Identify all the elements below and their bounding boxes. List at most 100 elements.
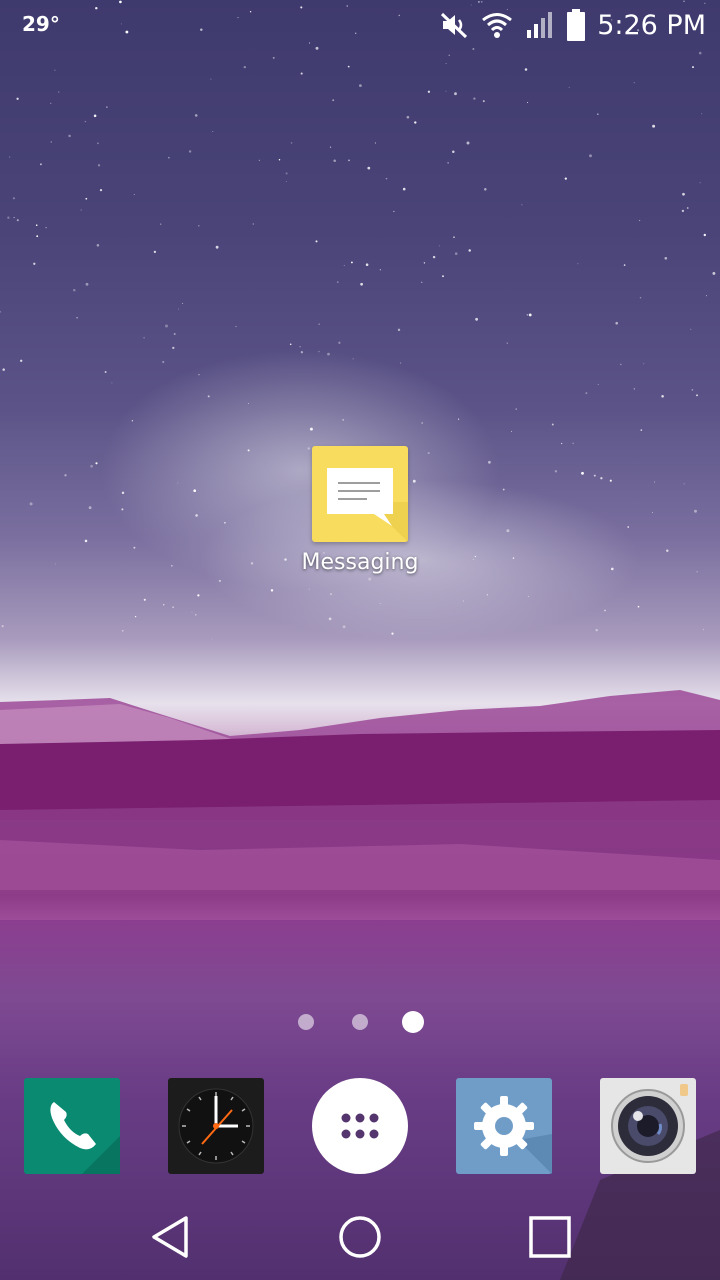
star bbox=[528, 313, 532, 317]
star bbox=[210, 78, 212, 80]
star bbox=[391, 632, 394, 635]
star bbox=[285, 181, 287, 183]
star bbox=[468, 249, 471, 252]
star bbox=[379, 603, 381, 605]
star bbox=[104, 371, 107, 373]
star bbox=[88, 506, 92, 510]
star bbox=[121, 629, 124, 632]
star bbox=[315, 240, 318, 243]
star bbox=[427, 90, 431, 93]
star bbox=[457, 418, 460, 420]
star bbox=[290, 142, 293, 144]
star bbox=[35, 224, 38, 226]
star bbox=[438, 245, 440, 247]
star bbox=[131, 420, 134, 422]
star bbox=[308, 588, 310, 590]
star bbox=[13, 217, 15, 219]
star bbox=[194, 613, 197, 616]
star bbox=[633, 82, 635, 84]
dock-phone[interactable] bbox=[24, 1078, 120, 1174]
status-bar: 29° 5:26 PM bbox=[0, 0, 720, 50]
star bbox=[64, 474, 67, 477]
page-dot-1[interactable] bbox=[298, 1014, 314, 1030]
home-button[interactable] bbox=[335, 1212, 385, 1262]
star bbox=[652, 512, 653, 513]
star bbox=[198, 374, 200, 376]
camera-icon bbox=[600, 1078, 696, 1174]
star bbox=[76, 316, 78, 319]
star bbox=[615, 321, 618, 325]
star bbox=[84, 539, 88, 543]
star bbox=[453, 236, 455, 238]
star bbox=[572, 442, 574, 444]
star bbox=[400, 362, 402, 364]
wifi-icon bbox=[481, 11, 513, 39]
star bbox=[473, 97, 476, 100]
star bbox=[177, 482, 179, 484]
star bbox=[318, 323, 320, 325]
star bbox=[487, 460, 491, 464]
star bbox=[359, 84, 362, 87]
star bbox=[447, 162, 449, 164]
star bbox=[143, 336, 145, 339]
star bbox=[347, 65, 350, 68]
dock-app-drawer[interactable] bbox=[312, 1078, 408, 1174]
star bbox=[352, 358, 354, 360]
star bbox=[9, 156, 11, 158]
star bbox=[289, 343, 292, 346]
page-dot-2[interactable] bbox=[352, 1014, 368, 1030]
star bbox=[472, 558, 475, 561]
star bbox=[527, 595, 529, 597]
phone-icon bbox=[24, 1078, 120, 1174]
dock-clock[interactable] bbox=[168, 1078, 264, 1174]
star bbox=[705, 295, 707, 297]
star bbox=[300, 72, 303, 75]
star bbox=[637, 605, 640, 608]
star bbox=[486, 594, 488, 596]
star bbox=[16, 219, 19, 222]
back-icon bbox=[152, 1216, 188, 1258]
star bbox=[73, 288, 76, 292]
messaging-app-shortcut[interactable]: Messaging bbox=[296, 446, 424, 575]
dock-settings[interactable] bbox=[456, 1078, 552, 1174]
star bbox=[270, 589, 274, 592]
star bbox=[564, 177, 567, 180]
star bbox=[414, 121, 417, 124]
star bbox=[223, 521, 226, 524]
star bbox=[195, 514, 198, 517]
star bbox=[39, 163, 42, 166]
wallpaper-stars bbox=[0, 0, 716, 640]
star bbox=[445, 90, 447, 92]
star bbox=[638, 219, 641, 222]
star bbox=[452, 150, 455, 153]
star bbox=[623, 264, 626, 266]
star bbox=[402, 187, 406, 191]
star bbox=[173, 332, 176, 336]
page-dot-3-active[interactable] bbox=[402, 1011, 424, 1033]
star bbox=[466, 141, 470, 145]
star bbox=[611, 567, 614, 571]
star bbox=[683, 483, 685, 485]
star bbox=[329, 146, 332, 148]
star bbox=[95, 462, 98, 465]
star bbox=[143, 598, 146, 601]
star bbox=[527, 101, 529, 104]
star bbox=[502, 488, 505, 491]
star bbox=[332, 99, 335, 102]
back-button[interactable] bbox=[146, 1212, 196, 1262]
star bbox=[561, 442, 563, 445]
star bbox=[666, 549, 669, 552]
star bbox=[97, 142, 99, 145]
star bbox=[50, 141, 52, 143]
star bbox=[423, 262, 426, 264]
star bbox=[211, 638, 213, 640]
star bbox=[482, 100, 485, 103]
recents-button[interactable] bbox=[525, 1212, 575, 1262]
star bbox=[96, 244, 100, 247]
star bbox=[692, 66, 694, 69]
dock-camera[interactable] bbox=[600, 1078, 696, 1174]
star bbox=[93, 114, 97, 118]
star bbox=[661, 395, 664, 398]
star bbox=[604, 609, 606, 612]
clock-icon bbox=[168, 1078, 264, 1174]
